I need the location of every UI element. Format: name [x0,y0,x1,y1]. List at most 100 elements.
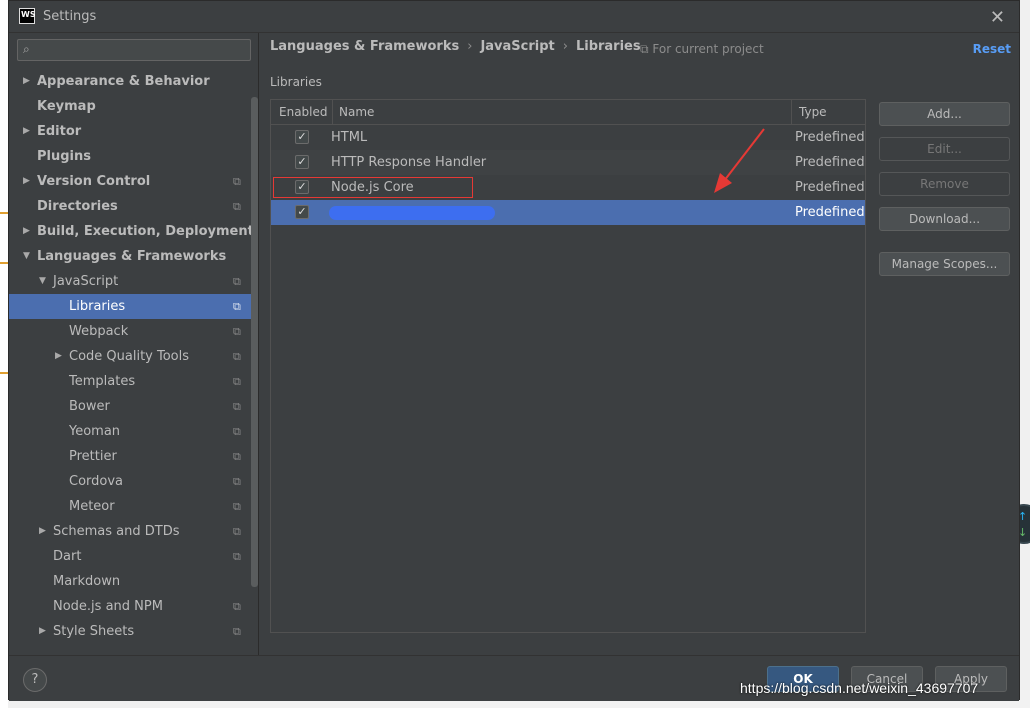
breadcrumb-item: JavaScript [480,39,555,54]
sidebar-item-label: Editor [37,124,82,139]
collapse-arrow-icon[interactable]: ▼ [39,269,46,294]
section-title: Libraries [270,75,322,89]
sidebar-item-markdown[interactable]: Markdown [9,569,258,594]
table-row-selected[interactable]: ✓ Predefined [271,200,865,225]
expand-arrow-icon[interactable]: ▶ [23,69,30,94]
sidebar-item-schemas-dtds[interactable]: ▶ Schemas and DTDs ⧉ [9,519,258,544]
sidebar-item-directories[interactable]: Directories ⧉ [9,194,258,219]
sidebar-item-languages-frameworks[interactable]: ▼ Languages & Frameworks [9,244,258,269]
sidebar-item-cordova[interactable]: Cordova ⧉ [9,469,258,494]
table-row[interactable]: ✓ HTML Predefined [271,125,865,150]
project-scope-icon: ⧉ [233,325,241,338]
sidebar-item-yeoman[interactable]: Yeoman ⧉ [9,419,258,444]
library-type: Predefined [795,130,865,145]
breadcrumb-item: Libraries [575,39,641,54]
sidebar-item-keymap[interactable]: Keymap [9,94,258,119]
watermark-text: https://blog.csdn.net/weixin_43697707 [740,680,979,696]
sidebar-item-label: Code Quality Tools [69,349,190,364]
project-scope-icon: ⧉ [233,200,241,213]
table-row[interactable]: ✓ HTTP Response Handler Predefined [271,150,865,175]
sidebar-item-label: Prettier [69,449,117,464]
expand-arrow-icon[interactable]: ▶ [39,619,46,644]
search-input[interactable]: ⌕ [17,39,251,61]
column-header-enabled[interactable]: Enabled [279,100,328,125]
sidebar-item-plugins[interactable]: Plugins [9,144,258,169]
scope-label: For current project [652,42,764,56]
sidebar-scrollbar[interactable] [251,97,258,587]
project-scope-icon: ⧉ [233,400,241,413]
search-icon: ⌕ [23,42,30,56]
close-icon[interactable]: ✕ [990,7,1005,28]
sidebar-item-version-control[interactable]: ▶ Version Control ⧉ [9,169,258,194]
project-scope-icon: ⧉ [233,275,241,288]
sidebar-item-dart[interactable]: Dart ⧉ [9,544,258,569]
sidebar-item-label: Yeoman [69,424,121,439]
annotation-arrow-icon [714,128,765,193]
sidebar-item-label: Style Sheets [53,624,135,639]
sidebar-item-label: Appearance & Behavior [37,74,210,89]
project-scope-icon: ⧉ [233,500,241,513]
sidebar-item-label: Version Control [37,174,151,189]
column-header-name[interactable]: Name [339,100,374,125]
sidebar-item-templates[interactable]: Templates ⧉ [9,369,258,394]
breadcrumb-item: Languages & Frameworks [270,39,460,54]
expand-arrow-icon[interactable]: ▶ [23,119,30,144]
sidebar-item-label: Webpack [69,324,129,339]
table-row[interactable]: ✓ Node.js Core Predefined [271,175,865,200]
breadcrumb: Languages & Frameworks › JavaScript › Librar… [270,39,641,54]
sidebar-item-build-execution-deployment[interactable]: ▶ Build, Execution, Deployment [9,219,258,244]
remove-button[interactable]: Remove [879,172,1010,196]
reset-link[interactable]: Reset [973,42,1011,56]
library-name: HTTP Response Handler [331,155,487,170]
background-app-left-edge [0,0,8,708]
sidebar-item-javascript[interactable]: ▼ JavaScript ⧉ [9,269,258,294]
project-scope-icon: ⧉ [233,350,241,363]
sidebar-item-code-quality-tools[interactable]: ▶ Code Quality Tools ⧉ [9,344,258,369]
table-header: Enabled Name Type [271,100,865,125]
enabled-checkbox[interactable]: ✓ [295,180,309,194]
main-panel: Languages & Frameworks › JavaScript › Librar… [260,33,1019,655]
sidebar-item-nodejs-npm[interactable]: Node.js and NPM ⧉ [9,594,258,619]
column-header-type[interactable]: Type [799,100,827,125]
edit-button[interactable]: Edit... [879,137,1010,161]
sidebar-item-webpack[interactable]: Webpack ⧉ [9,319,258,344]
sidebar-item-appearance-behavior[interactable]: ▶ Appearance & Behavior [9,69,258,94]
sidebar-item-label: Libraries [69,299,126,314]
sidebar-item-bower[interactable]: Bower ⧉ [9,394,258,419]
sidebar-item-label: Schemas and DTDs [53,524,180,539]
sidebar-item-style-sheets[interactable]: ▶ Style Sheets ⧉ [9,619,258,644]
sidebar-item-label: Node.js and NPM [53,599,163,614]
collapse-arrow-icon[interactable]: ▼ [23,244,30,269]
project-scope-icon: ⧉ [233,525,241,538]
enabled-checkbox[interactable]: ✓ [295,130,309,144]
project-scope-icon: ⧉ [233,550,241,563]
sidebar-item-label: Bower [69,399,110,414]
scope-indicator: ⧉ For current project [640,42,764,57]
expand-arrow-icon[interactable]: ▶ [23,219,30,244]
sidebar-item-label: Plugins [37,149,91,164]
project-scope-icon: ⧉ [233,175,241,188]
sidebar-item-label: Keymap [37,99,96,114]
add-button[interactable]: Add... [879,102,1010,126]
sidebar-item-editor[interactable]: ▶ Editor [9,119,258,144]
sidebar-item-prettier[interactable]: Prettier ⧉ [9,444,258,469]
project-scope-icon: ⧉ [640,42,653,56]
project-scope-icon: ⧉ [233,625,241,638]
sidebar-item-libraries[interactable]: Libraries ⧉ [9,294,258,319]
download-button[interactable]: Download... [879,207,1010,231]
manage-scopes-button[interactable]: Manage Scopes... [879,252,1010,276]
expand-arrow-icon[interactable]: ▶ [55,344,62,369]
sidebar-item-label: Directories [37,199,118,214]
webstorm-logo-icon: WS [19,8,36,24]
library-name: Node.js Core [331,180,414,195]
enabled-checkbox[interactable]: ✓ [295,205,309,219]
column-divider [332,100,333,125]
project-scope-icon: ⧉ [233,425,241,438]
sidebar-item-meteor[interactable]: Meteor ⧉ [9,494,258,519]
help-icon[interactable]: ? [23,668,47,692]
enabled-checkbox[interactable]: ✓ [295,155,309,169]
expand-arrow-icon[interactable]: ▶ [23,169,30,194]
sidebar-item-label: Meteor [69,499,115,514]
expand-arrow-icon[interactable]: ▶ [39,519,46,544]
sidebar-item-label: Dart [53,549,82,564]
